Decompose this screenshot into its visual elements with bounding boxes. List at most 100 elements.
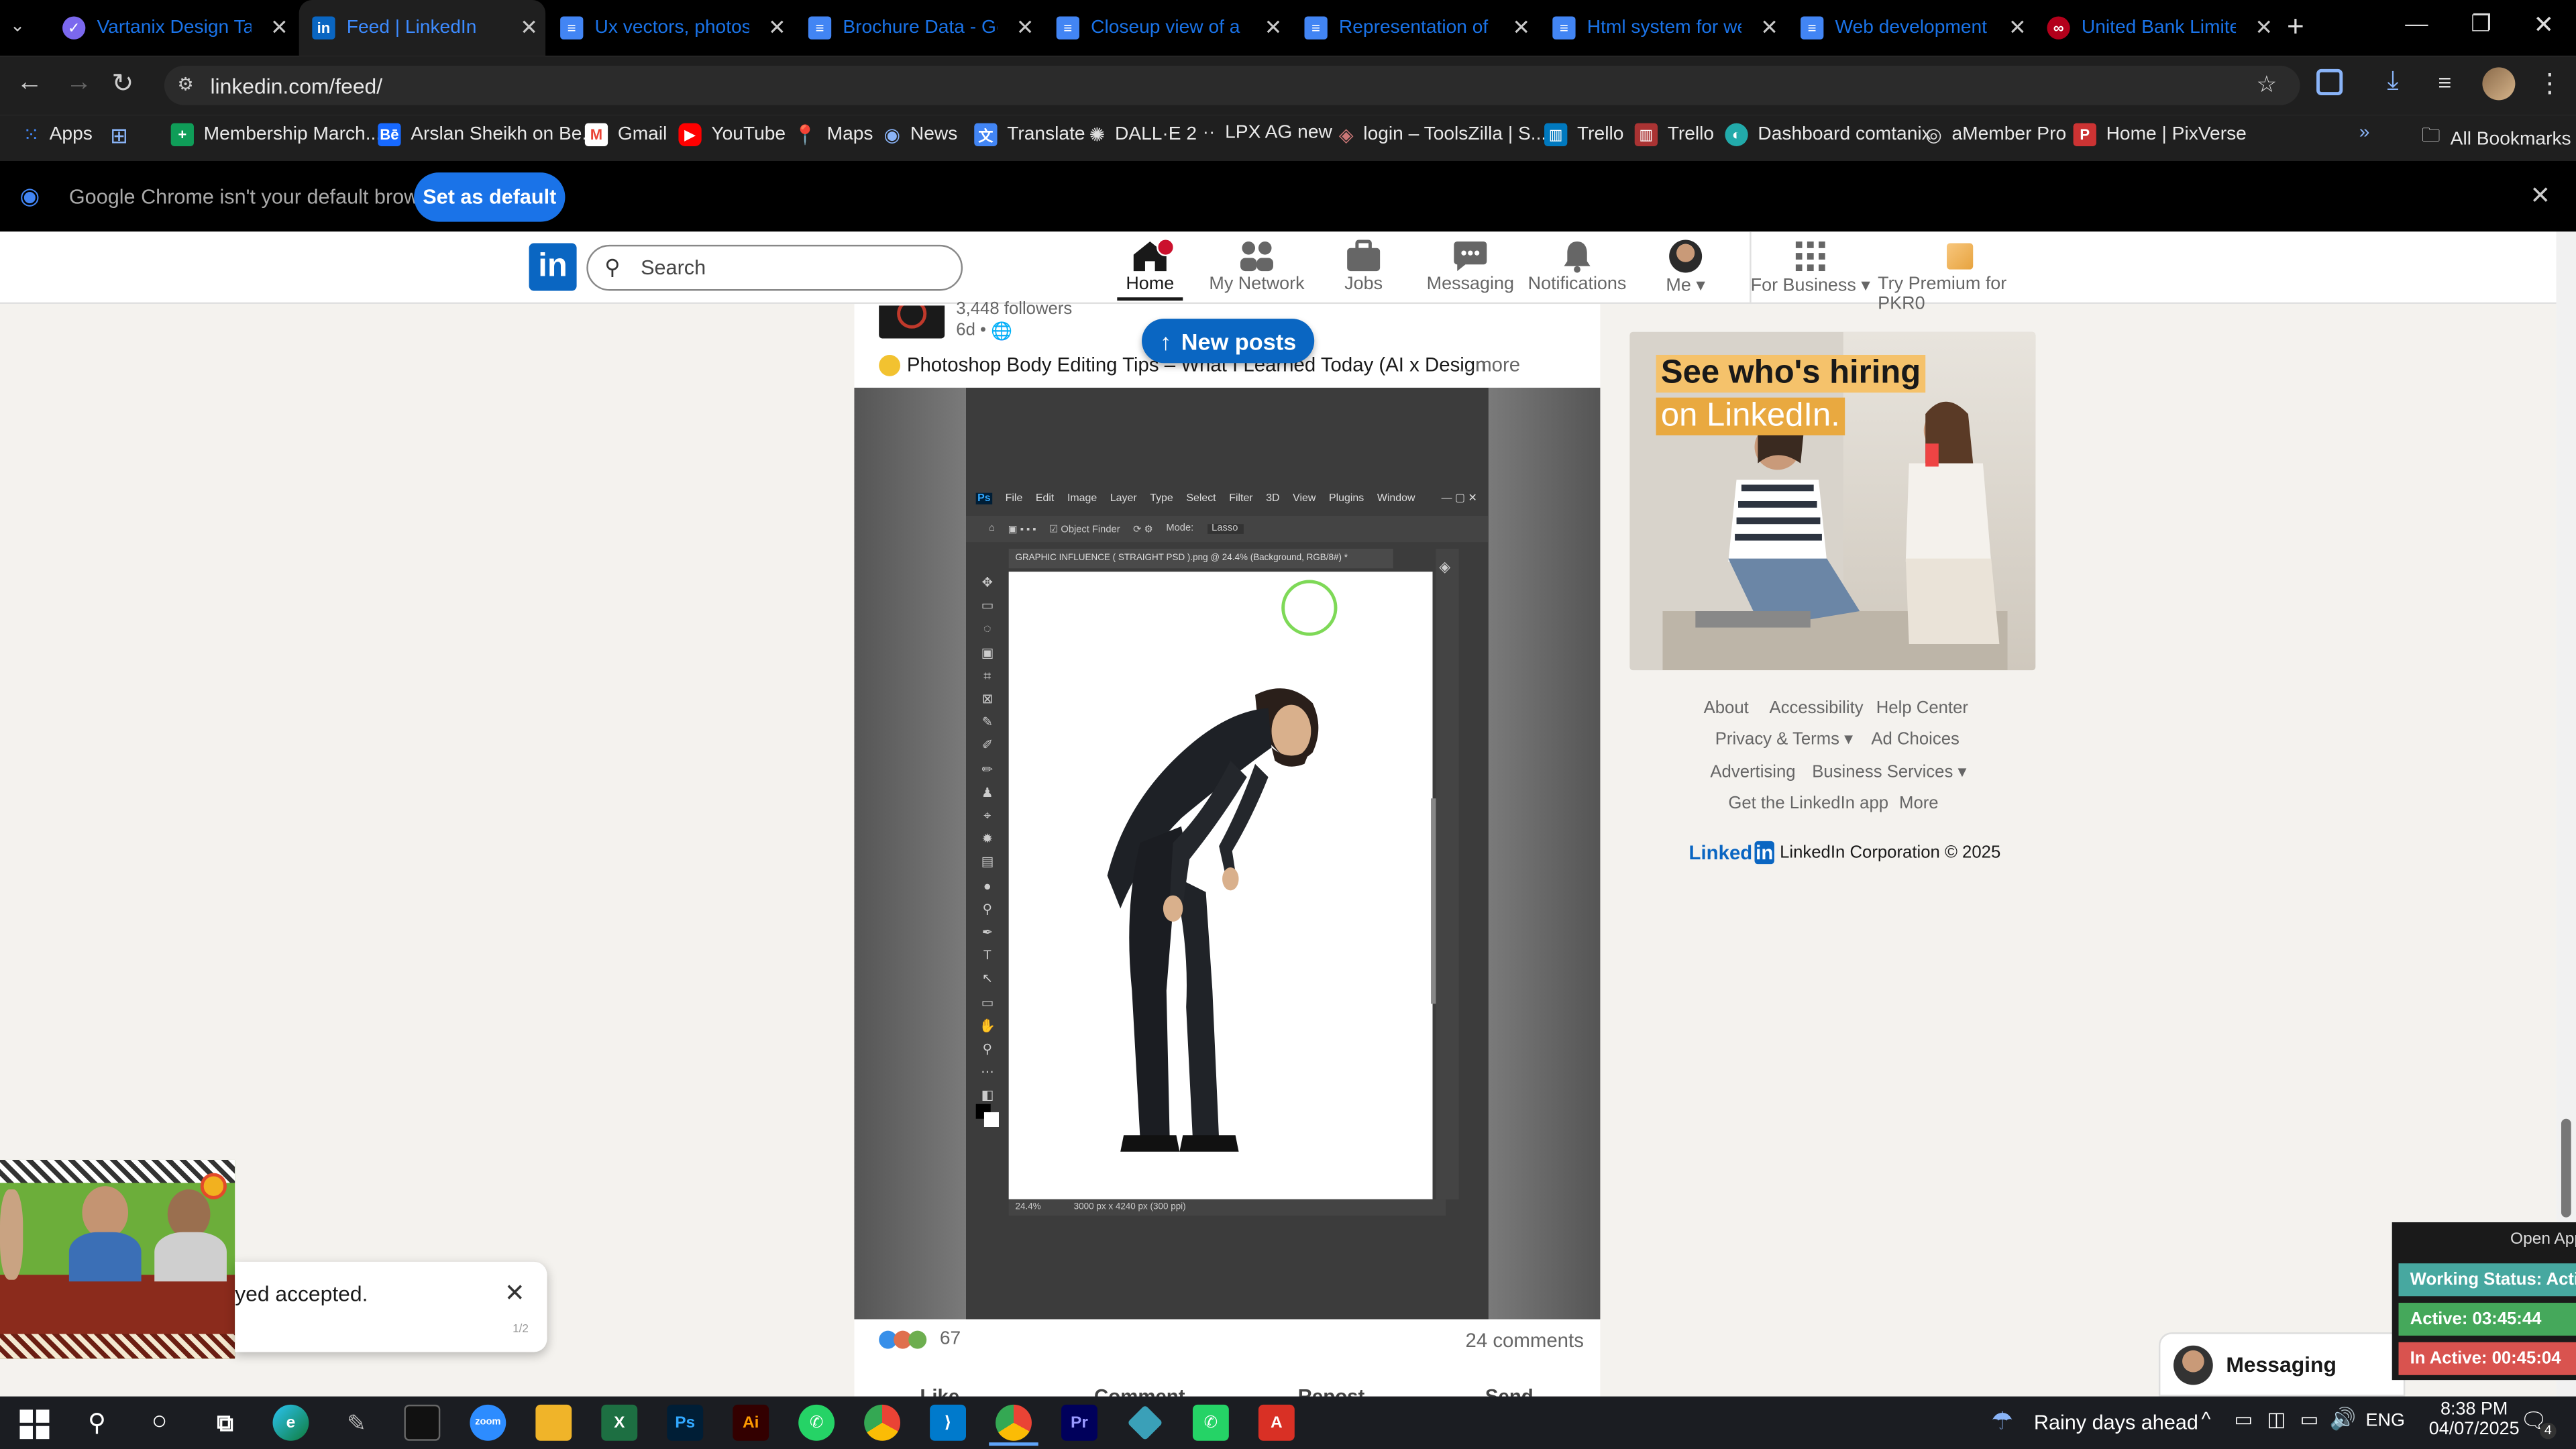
bookmark-news[interactable]: ◉ News bbox=[884, 123, 958, 146]
close-icon[interactable]: ✕ bbox=[1009, 15, 1042, 41]
messaging-widget[interactable]: Messaging bbox=[2158, 1332, 2406, 1397]
see-more-link[interactable]: ...more bbox=[1459, 354, 1520, 376]
close-icon[interactable]: ✕ bbox=[761, 15, 794, 41]
edge-icon[interactable]: e bbox=[272, 1404, 309, 1441]
nav-try-premium[interactable]: Try Premium for PKR0 bbox=[1878, 238, 2042, 314]
photoshop-icon[interactable]: Ps bbox=[667, 1404, 704, 1441]
new-tab-button[interactable]: + bbox=[2287, 10, 2304, 44]
tab-ux-vectors[interactable]: ≡ Ux vectors, photos an✕ bbox=[547, 0, 794, 56]
close-icon[interactable]: ✕ bbox=[1505, 15, 1538, 41]
clock[interactable]: 8:38 PM 04/07/2025 bbox=[2425, 1400, 2524, 1440]
address-bar[interactable]: ⚙ linkedin.com/feed/ ☆ bbox=[164, 65, 2300, 105]
bookmark-grid[interactable]: ⊞ bbox=[110, 123, 128, 150]
hiring-ad[interactable]: See who's hiring on LinkedIn. bbox=[1629, 331, 2036, 671]
tray-chevron-icon[interactable]: ^ bbox=[2202, 1408, 2211, 1431]
premiere-icon[interactable]: Pr bbox=[1061, 1404, 1097, 1441]
reload-button[interactable]: ↻ bbox=[112, 67, 134, 100]
footer-privacy[interactable]: Privacy & Terms ▾ bbox=[1715, 729, 1853, 749]
footer-more[interactable]: More bbox=[1899, 794, 1939, 813]
close-window-button[interactable]: ✕ bbox=[2533, 10, 2554, 40]
close-icon[interactable]: ✕ bbox=[2247, 15, 2280, 41]
video-overlay[interactable] bbox=[0, 1159, 235, 1359]
post-image[interactable]: Ps File Edit Image Layer Type Select Filter 3D V… bbox=[854, 387, 1601, 1320]
whatsapp-icon[interactable]: ✆ bbox=[798, 1404, 835, 1441]
bookmark-membership[interactable]: + Membership March... bbox=[170, 123, 382, 146]
volume-icon[interactable]: 🔊 bbox=[2330, 1406, 2357, 1432]
bookmark-pixverse[interactable]: P Home | PixVerse bbox=[2073, 123, 2247, 146]
vscode-icon[interactable]: ⟩ bbox=[930, 1404, 967, 1441]
footer-help-center[interactable]: Help Center bbox=[1876, 698, 1968, 718]
tab-linkedin[interactable]: in Feed | LinkedIn ✕ bbox=[299, 0, 546, 56]
footer-business-services[interactable]: Business Services ▾ bbox=[1812, 762, 1966, 782]
author-avatar[interactable] bbox=[879, 305, 945, 339]
toast-close-icon[interactable]: ✕ bbox=[504, 1278, 525, 1308]
tab-representation[interactable]: ≡ Representation of us✕ bbox=[1291, 0, 1538, 56]
nav-my-network[interactable]: My Network bbox=[1197, 238, 1316, 294]
more-bookmarks-chevron-icon[interactable]: » bbox=[2359, 123, 2370, 143]
all-bookmarks[interactable]: 🗀 All Bookmarks bbox=[2422, 123, 2571, 155]
bookmark-trello-1[interactable]: ▥ Trello bbox=[1544, 123, 1623, 146]
bookmark-youtube[interactable]: ▶ YouTube bbox=[678, 123, 786, 146]
nav-messaging[interactable]: Messaging bbox=[1411, 238, 1529, 294]
infobar-close-icon[interactable]: ✕ bbox=[2530, 180, 2551, 211]
tab-web-dev[interactable]: ≡ Web development co✕ bbox=[1787, 0, 2033, 56]
nav-jobs[interactable]: Jobs bbox=[1304, 238, 1422, 294]
site-info-icon[interactable]: ⚙ bbox=[177, 74, 193, 95]
bookmark-lpx[interactable]: ·· LPX AG new bbox=[1203, 123, 1332, 143]
zoom-icon[interactable]: zoom bbox=[470, 1404, 506, 1441]
excel-icon[interactable]: X bbox=[601, 1404, 638, 1441]
whatsapp-2-icon[interactable]: ✆ bbox=[1192, 1404, 1229, 1441]
bookmark-translate[interactable]: 文 Translate bbox=[974, 123, 1085, 146]
task-view-icon[interactable]: ⧉ bbox=[207, 1405, 244, 1441]
nav-home[interactable]: Home bbox=[1091, 238, 1209, 294]
close-icon[interactable]: ✕ bbox=[1753, 15, 1786, 41]
chrome-taskbar-icon[interactable] bbox=[864, 1404, 901, 1441]
comments-count[interactable]: 24 comments bbox=[1465, 1329, 1583, 1352]
footer-accessibility[interactable]: Accessibility bbox=[1770, 698, 1864, 718]
file-explorer-icon[interactable] bbox=[535, 1404, 572, 1441]
close-icon[interactable]: ✕ bbox=[2001, 15, 2034, 41]
footer-ad-choices[interactable]: Ad Choices bbox=[1871, 729, 1960, 749]
weather-icon[interactable]: ☂ bbox=[1991, 1406, 2013, 1436]
scrollbar-thumb[interactable] bbox=[2561, 1118, 2571, 1218]
media-control-icon[interactable]: ≡ bbox=[2438, 69, 2451, 95]
nav-notifications[interactable]: Notifications bbox=[1518, 238, 1636, 294]
camera-icon[interactable]: ◫ bbox=[2267, 1408, 2286, 1431]
bookmark-gmail[interactable]: M Gmail bbox=[584, 123, 667, 146]
meet-now-icon[interactable]: ▭ bbox=[2235, 1408, 2253, 1431]
set-as-default-button[interactable]: Set as default bbox=[414, 172, 566, 222]
close-icon[interactable]: ✕ bbox=[513, 15, 545, 41]
language-indicator[interactable]: ENG bbox=[2366, 1411, 2405, 1431]
extensions-icon[interactable] bbox=[2316, 68, 2343, 96]
bookmark-amember[interactable]: ◎ aMember Pro bbox=[1925, 123, 2066, 146]
bookmark-trello-2[interactable]: ▥ Trello bbox=[1634, 123, 1714, 146]
illustrator-icon[interactable]: Ai bbox=[733, 1404, 769, 1441]
download-icon[interactable]: ⤓ bbox=[2387, 67, 2398, 97]
close-icon[interactable]: ✕ bbox=[263, 15, 296, 41]
acrobat-icon[interactable]: A bbox=[1258, 1404, 1295, 1441]
tab-search-icon[interactable]: ⌄ bbox=[10, 15, 40, 41]
weather-text[interactable]: Rainy days ahead bbox=[2034, 1411, 2198, 1434]
linkedin-logo[interactable]: in bbox=[529, 243, 577, 291]
restore-button[interactable]: ❐ bbox=[2471, 10, 2491, 38]
search-taskbar-icon[interactable]: ⚲ bbox=[79, 1405, 115, 1441]
chrome-active-taskbar-icon[interactable] bbox=[996, 1404, 1032, 1441]
cortana-icon[interactable]: ○ bbox=[142, 1405, 178, 1441]
bookmark-dalle[interactable]: ✺ DALL·E 2 bbox=[1089, 123, 1197, 146]
network-tray-icon[interactable]: ▭ bbox=[2300, 1408, 2319, 1431]
bookmark-dashboard[interactable]: ◐ Dashboard comtanix bbox=[1725, 123, 1931, 146]
search-input[interactable]: ⚲ Search bbox=[586, 244, 963, 291]
pen-icon[interactable]: ✎ bbox=[338, 1405, 374, 1441]
nav-for-business[interactable]: For Business ▾ bbox=[1748, 238, 1873, 296]
footer-about[interactable]: About bbox=[1704, 698, 1749, 718]
bookmark-arslan[interactable]: Bē Arslan Sheikh on Be... bbox=[378, 123, 598, 146]
reactions-count[interactable]: 67 bbox=[879, 1329, 961, 1349]
close-icon[interactable]: ✕ bbox=[1256, 15, 1289, 41]
bookmark-star-icon[interactable]: ☆ bbox=[2257, 70, 2277, 99]
tab-html-system[interactable]: ≡ Html system for web ✕ bbox=[1540, 0, 1786, 56]
chrome-menu-icon[interactable]: ⋮ bbox=[2536, 67, 2563, 100]
bookmark-toolszilla[interactable]: ◈ login – ToolsZilla | S... bbox=[1339, 123, 1546, 146]
nav-me[interactable]: Me ▾ bbox=[1626, 238, 1744, 296]
tab-brochure[interactable]: ≡ Brochure Data - Goo✕ bbox=[795, 0, 1041, 56]
minimize-button[interactable]: — bbox=[2405, 10, 2428, 36]
